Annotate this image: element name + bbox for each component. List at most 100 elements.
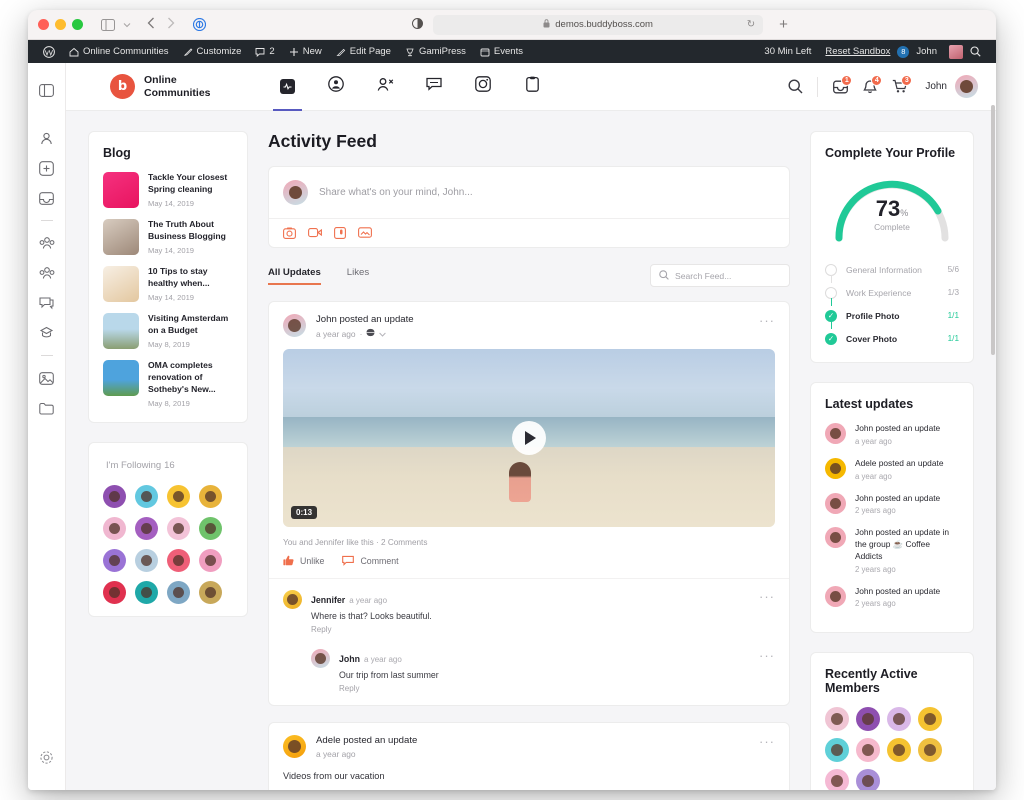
video-icon[interactable]: [308, 227, 322, 239]
adminbar-notice-count[interactable]: 8: [897, 46, 909, 58]
avatar[interactable]: [283, 735, 306, 758]
avatar[interactable]: [167, 581, 190, 604]
adminbar-item-edit-page[interactable]: Edit Page: [329, 40, 398, 63]
tab-all-updates[interactable]: All Updates: [268, 267, 321, 285]
avatar[interactable]: [103, 485, 126, 508]
profile-step[interactable]: General Information 5/6: [825, 258, 959, 281]
gear-icon[interactable]: [28, 742, 66, 772]
avatar[interactable]: [167, 549, 190, 572]
avatar[interactable]: [103, 517, 126, 540]
photos-icon[interactable]: [28, 363, 66, 393]
media-icon[interactable]: [358, 227, 372, 239]
add-box-icon[interactable]: [28, 153, 66, 183]
panel-icon[interactable]: [28, 75, 66, 105]
list-item[interactable]: John posted an update2 years ago: [825, 586, 959, 609]
photo-icon[interactable]: [283, 227, 296, 239]
composer-placeholder[interactable]: Share what's on your mind, John...: [319, 187, 473, 198]
search-icon[interactable]: [963, 40, 988, 63]
avatar[interactable]: [856, 738, 880, 762]
group-alt-icon[interactable]: [28, 258, 66, 288]
avatar[interactable]: [199, 517, 222, 540]
reply-link[interactable]: Reply: [339, 684, 750, 693]
site-brand[interactable]: b Online Communities: [110, 74, 211, 100]
avatar[interactable]: [955, 75, 978, 98]
avatar[interactable]: [311, 649, 330, 668]
more-dots-icon[interactable]: ···: [759, 735, 775, 748]
list-item[interactable]: John posted an updatea year ago: [825, 423, 959, 446]
nav-activity[interactable]: [263, 63, 312, 111]
reset-sandbox-link[interactable]: Reset Sandbox: [818, 40, 897, 63]
avatar[interactable]: [283, 590, 302, 609]
avatar[interactable]: [167, 485, 190, 508]
avatar[interactable]: [887, 738, 911, 762]
adminbar-user-name[interactable]: John: [909, 40, 944, 63]
avatar[interactable]: [887, 707, 911, 731]
list-item[interactable]: John posted an update in the group ☕ Cof…: [825, 527, 959, 573]
avatar[interactable]: [856, 769, 880, 790]
list-item[interactable]: John posted an update2 years ago: [825, 493, 959, 516]
adminbar-item-events[interactable]: Events: [473, 40, 530, 63]
close-window-button[interactable]: [38, 19, 49, 30]
list-item[interactable]: Adele posted an updatea year ago: [825, 458, 959, 481]
folder-icon[interactable]: [28, 393, 66, 423]
profile-step[interactable]: ✓ Profile Photo 1/1: [825, 304, 959, 327]
avatar[interactable]: [135, 581, 158, 604]
adminbar-item-site[interactable]: Online Communities: [62, 40, 176, 63]
sidebar-toggle-icon[interactable]: [101, 19, 115, 31]
avatar[interactable]: [918, 738, 942, 762]
maximize-window-button[interactable]: [72, 19, 83, 30]
nav-members[interactable]: [361, 63, 410, 111]
minimize-window-button[interactable]: [55, 19, 66, 30]
unlike-button[interactable]: Unlike: [283, 555, 324, 566]
avatar[interactable]: [167, 517, 190, 540]
nav-forums[interactable]: [410, 63, 459, 111]
list-item[interactable]: Visiting Amsterdam on a Budget May 8, 20…: [103, 313, 233, 349]
play-icon[interactable]: [512, 421, 546, 455]
window-controls[interactable]: [38, 19, 83, 30]
avatar[interactable]: [856, 707, 880, 731]
list-item[interactable]: OMA completes renovation of Sotheby's Ne…: [103, 360, 233, 408]
post-video[interactable]: 0:13: [283, 349, 775, 527]
avatar[interactable]: [103, 549, 126, 572]
profile-step[interactable]: Work Experience 1/3: [825, 281, 959, 304]
list-item[interactable]: 10 Tips to stay healthy when... May 14, …: [103, 266, 233, 302]
chat-icon[interactable]: [28, 288, 66, 318]
dark-mode-icon[interactable]: [412, 16, 423, 34]
avatar[interactable]: [825, 707, 849, 731]
new-tab-button[interactable]: +: [779, 16, 788, 33]
notifications-button[interactable]: 4: [855, 63, 885, 111]
globe-icon[interactable]: [366, 328, 375, 339]
comment-author[interactable]: John: [339, 654, 360, 664]
scrollbar[interactable]: [991, 105, 995, 355]
avatar[interactable]: [103, 581, 126, 604]
header-user-name[interactable]: John: [925, 81, 947, 92]
adminbar-avatar[interactable]: [949, 45, 963, 59]
avatar[interactable]: [135, 485, 158, 508]
shield-icon[interactable]: [193, 18, 206, 31]
comment-author[interactable]: Jennifer: [311, 595, 345, 605]
badge-icon[interactable]: [28, 318, 66, 348]
nav-profile[interactable]: [312, 63, 361, 111]
list-item[interactable]: The Truth About Business Blogging May 14…: [103, 219, 233, 255]
chevron-down-icon[interactable]: [379, 329, 386, 339]
messages-button[interactable]: 1: [825, 63, 855, 111]
user-icon[interactable]: [28, 123, 66, 153]
forward-arrow-icon[interactable]: [167, 16, 175, 34]
adminbar-item-gamipress[interactable]: GamiPress: [398, 40, 473, 63]
avatar[interactable]: [135, 517, 158, 540]
address-bar[interactable]: demos.buddyboss.com ↻: [433, 15, 763, 35]
avatar[interactable]: [825, 769, 849, 790]
nav-documents[interactable]: [508, 63, 557, 111]
profile-step[interactable]: ✓ Cover Photo 1/1: [825, 327, 959, 350]
search-icon[interactable]: [780, 63, 810, 111]
avatar[interactable]: [135, 549, 158, 572]
avatar[interactable]: [918, 707, 942, 731]
group-icon[interactable]: [28, 228, 66, 258]
avatar[interactable]: [199, 549, 222, 572]
avatar[interactable]: [825, 738, 849, 762]
adminbar-item-new[interactable]: New: [282, 40, 329, 63]
avatar[interactable]: [199, 581, 222, 604]
list-item[interactable]: Tackle Your closest Spring cleaning May …: [103, 172, 233, 208]
avatar[interactable]: [283, 314, 306, 337]
chevron-down-icon[interactable]: [123, 22, 131, 28]
